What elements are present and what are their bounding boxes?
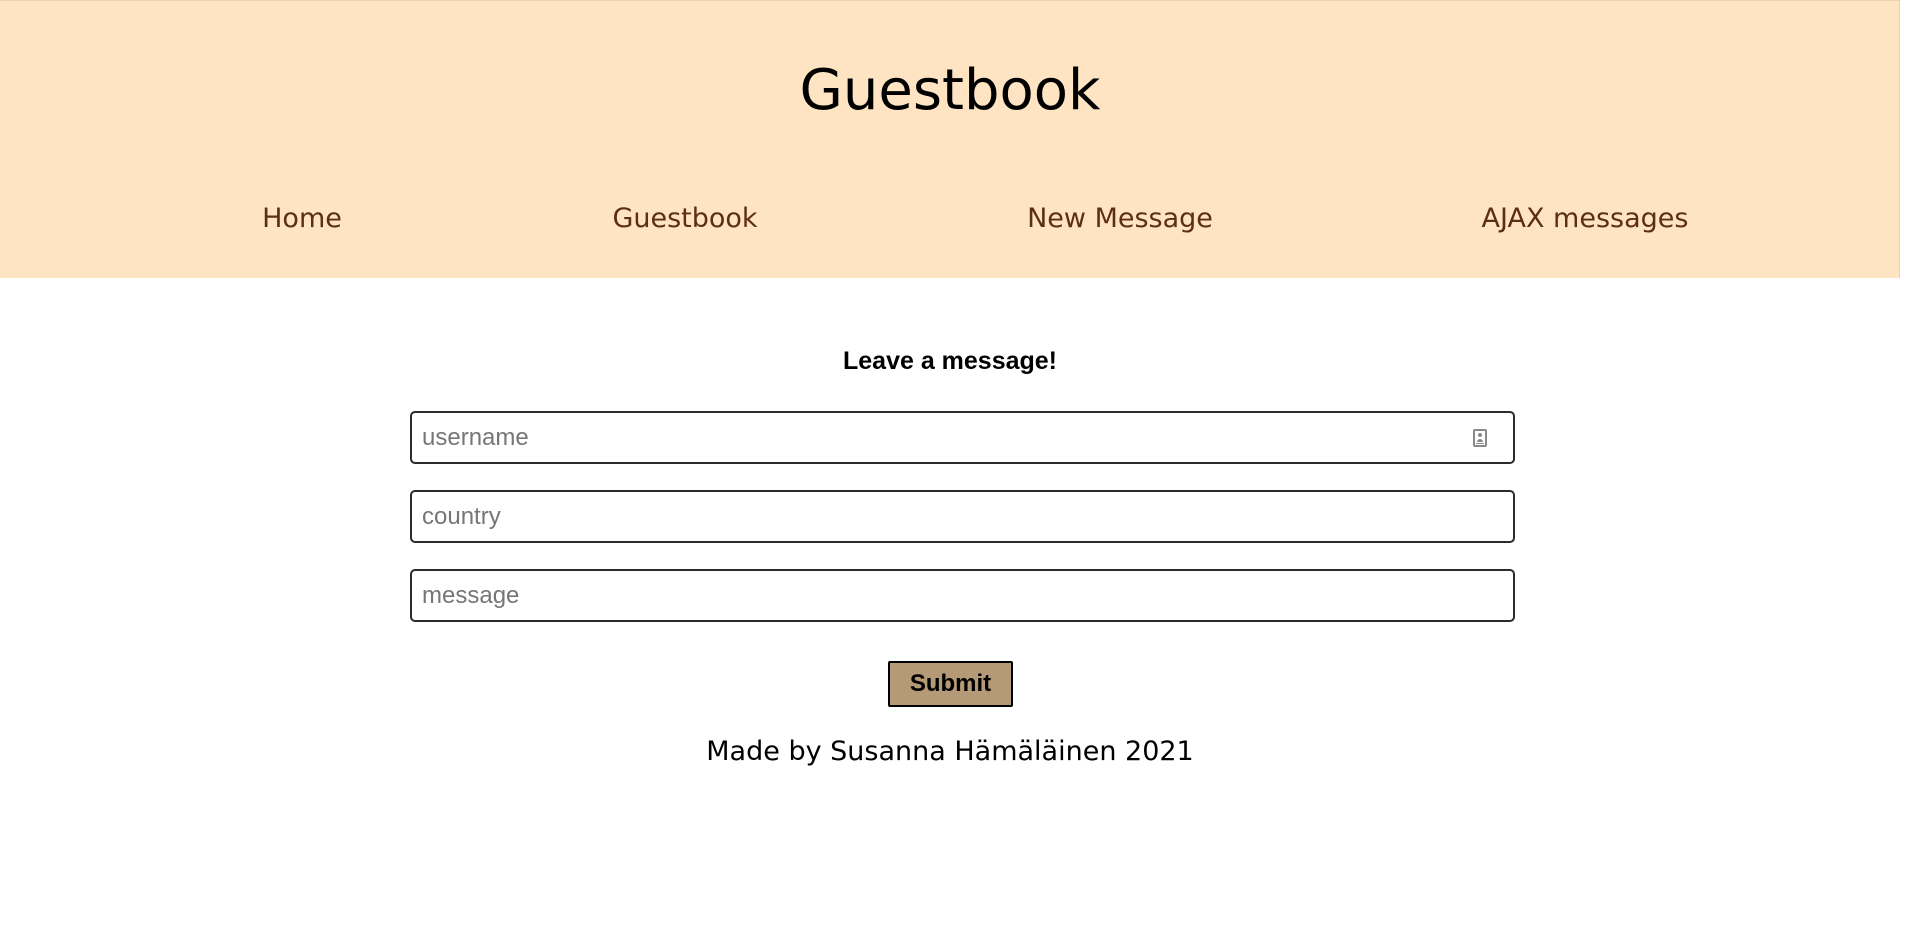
nav-link-home[interactable]: Home <box>262 201 342 237</box>
country-input[interactable] <box>410 490 1515 543</box>
message-input[interactable] <box>410 569 1515 622</box>
main-nav: Home Guestbook New Message AJAX messages <box>0 201 1900 237</box>
contact-card-icon[interactable] <box>1473 429 1487 447</box>
footer-credit: Made by Susanna Hämäläinen 2021 <box>706 736 1194 767</box>
nav-link-guestbook[interactable]: Guestbook <box>612 201 757 237</box>
nav-link-new-message[interactable]: New Message <box>1027 201 1213 237</box>
submit-button[interactable]: Submit <box>888 661 1013 707</box>
form-heading: Leave a message! <box>842 347 1058 375</box>
site-header: Guestbook Home Guestbook New Message AJA… <box>0 0 1900 278</box>
username-input[interactable] <box>410 411 1515 464</box>
page: Guestbook Home Guestbook New Message AJA… <box>0 0 1910 950</box>
site-title: Guestbook <box>799 58 1101 123</box>
nav-link-ajax-messages[interactable]: AJAX messages <box>1482 201 1689 237</box>
